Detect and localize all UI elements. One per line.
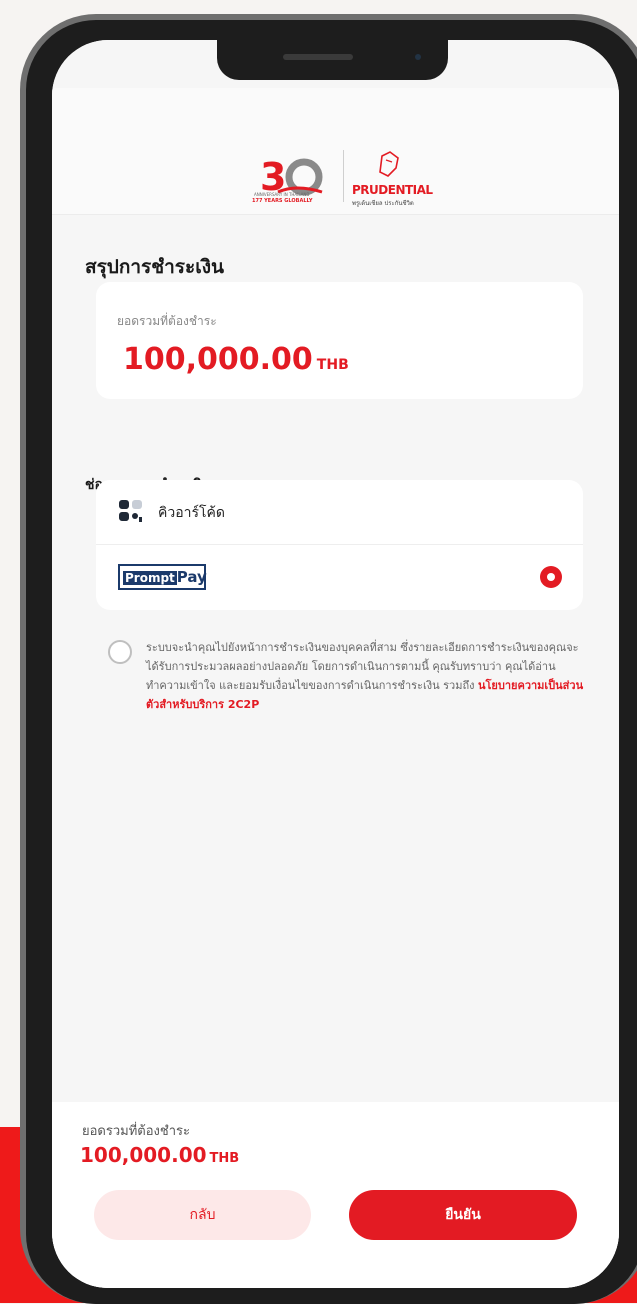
consent-checkbox[interactable]	[108, 640, 132, 664]
total-currency: THB	[316, 357, 349, 373]
front-camera	[415, 54, 421, 60]
total-label: ยอดรวมที่ต้องชำระ	[117, 314, 217, 328]
phone-notch	[217, 30, 448, 80]
total-amount-card: ยอดรวมที่ต้องชำระ 100,000.00 THB	[96, 282, 583, 399]
page-title: สรุปการชำระเงิน	[85, 256, 224, 278]
total-amount: 100,000.00 THB	[123, 342, 349, 377]
payment-method-qr[interactable]: คิวอาร์โค้ด	[96, 480, 583, 545]
prudential-rock-icon	[379, 151, 399, 177]
footer-total-label: ยอดรวมที่ต้องชำระ	[82, 1124, 190, 1139]
anniversary-years: 177 YEARS GLOBALLY	[252, 198, 313, 204]
anniversary-sub: ANNIVERSARY IN THAILAND	[254, 192, 310, 197]
brand-name: PRUDENTIAL	[352, 183, 433, 197]
payment-method-promptpay[interactable]: Prompt Pay	[96, 545, 583, 609]
promptpay-logo: Prompt Pay	[118, 564, 207, 590]
back-button[interactable]: กลับ	[94, 1190, 311, 1240]
logo-divider	[343, 150, 344, 202]
confirm-button[interactable]: ยืนยัน	[349, 1190, 577, 1240]
payment-methods-card: คิวอาร์โค้ด Prompt Pay	[96, 480, 583, 610]
brand-tagline: พรูเด้นเชียล ประกันชีวิต	[352, 200, 414, 207]
consent-text: ระบบจะนำคุณไปยังหน้าการชำระเงินของบุคคลท…	[146, 638, 586, 714]
promptpay-radio-selected[interactable]	[540, 566, 562, 588]
footer-amount-value: 100,000.00	[80, 1143, 207, 1167]
payment-method-qr-label: คิวอาร์โค้ด	[158, 505, 225, 521]
bottom-summary-bar: ยอดรวมที่ต้องชำระ 100,000.00 THB กลับ ยืน…	[52, 1102, 619, 1288]
speaker-grille	[283, 54, 353, 60]
app-viewport: 3 ANNIVERSARY IN THAILAND 177 YEARS GLOB…	[52, 40, 619, 1288]
footer-currency: THB	[209, 1151, 240, 1166]
anniversary-logo: 3	[260, 155, 323, 199]
footer-total-amount: 100,000.00 THB	[80, 1143, 239, 1167]
app-header: 3 ANNIVERSARY IN THAILAND 177 YEARS GLOB…	[52, 88, 619, 215]
qr-code-icon	[119, 500, 142, 522]
total-amount-value: 100,000.00	[123, 342, 313, 377]
